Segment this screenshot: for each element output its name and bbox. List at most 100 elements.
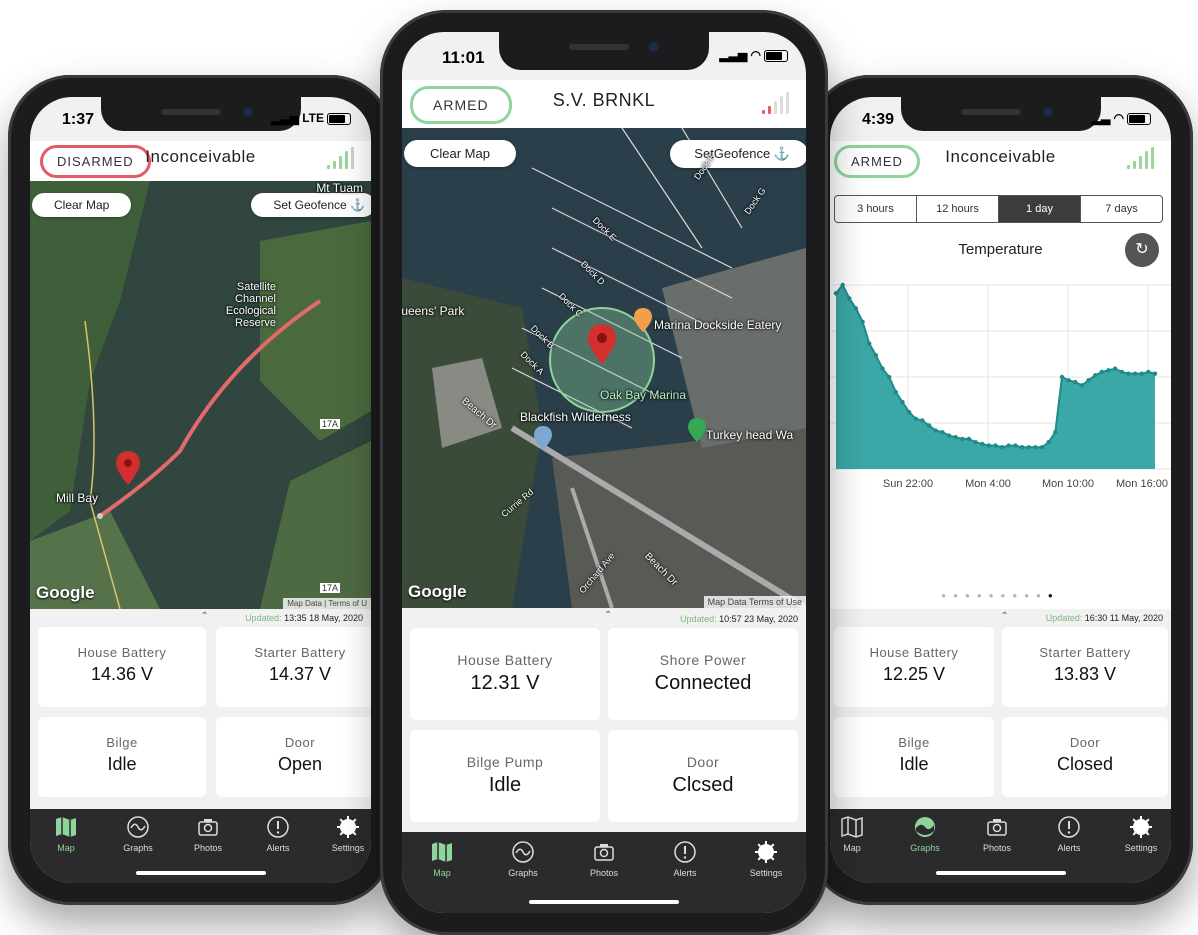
tab-alerts[interactable]: Alerts bbox=[1039, 815, 1099, 853]
bilge-card[interactable]: Bilge Idle bbox=[38, 717, 206, 797]
data-point[interactable] bbox=[1132, 371, 1138, 376]
data-point[interactable] bbox=[1139, 371, 1144, 376]
map-view[interactable]: Clear Map Set Geofence ⚓ Mt Tuam Satelli… bbox=[30, 181, 371, 609]
page-dot[interactable]: ● bbox=[1048, 591, 1060, 600]
map-data-link[interactable]: Map Data | Terms of U bbox=[283, 598, 371, 609]
data-point[interactable] bbox=[926, 423, 932, 428]
data-point[interactable] bbox=[1126, 371, 1131, 376]
data-point[interactable] bbox=[880, 366, 885, 371]
data-point[interactable] bbox=[933, 428, 938, 433]
data-point[interactable] bbox=[920, 418, 925, 423]
data-point[interactable] bbox=[1146, 369, 1151, 375]
tab-photos[interactable]: Photos bbox=[178, 815, 238, 853]
refresh-button[interactable]: ↻ bbox=[1125, 233, 1159, 267]
range-1-day[interactable]: 1 day bbox=[999, 196, 1081, 222]
house-battery-card[interactable]: House Battery 12.31 V bbox=[410, 628, 600, 720]
data-point[interactable] bbox=[1033, 445, 1038, 450]
page-dot[interactable]: ● bbox=[977, 591, 989, 600]
bilge-card[interactable]: Bilge Idle bbox=[834, 717, 994, 797]
data-point[interactable] bbox=[873, 353, 879, 358]
range-12-hours[interactable]: 12 hours bbox=[917, 196, 999, 222]
door-card[interactable]: Door Open bbox=[216, 717, 371, 797]
tab-alerts[interactable]: Alerts bbox=[248, 815, 308, 853]
data-point[interactable] bbox=[960, 436, 965, 442]
door-card[interactable]: Door Clcsed bbox=[608, 730, 798, 822]
data-point[interactable] bbox=[953, 435, 958, 440]
data-point[interactable] bbox=[1019, 445, 1025, 450]
shore-power-card[interactable]: Shore Power Connected bbox=[608, 628, 798, 720]
data-point[interactable] bbox=[1053, 430, 1058, 435]
page-dot[interactable]: ● bbox=[965, 591, 977, 600]
data-point[interactable] bbox=[986, 443, 992, 448]
tab-photos[interactable]: Photos bbox=[967, 815, 1027, 853]
data-point[interactable] bbox=[973, 440, 978, 445]
data-point[interactable] bbox=[1119, 369, 1124, 375]
bilge-pump-card[interactable]: Bilge Pump Idle bbox=[410, 730, 600, 822]
data-point[interactable] bbox=[1006, 443, 1011, 448]
data-point[interactable] bbox=[860, 319, 865, 324]
data-point[interactable] bbox=[1152, 371, 1158, 376]
house-battery-card[interactable]: House Battery 12.25 V bbox=[834, 627, 994, 707]
tab-graphs[interactable]: Graphs bbox=[108, 815, 168, 853]
tab-graphs[interactable]: Graphs bbox=[895, 815, 955, 853]
range-3-hours[interactable]: 3 hours bbox=[835, 196, 917, 222]
data-point[interactable] bbox=[1026, 445, 1031, 450]
data-point[interactable] bbox=[900, 399, 905, 405]
tab-graphs[interactable]: Graphs bbox=[493, 840, 553, 878]
data-point[interactable] bbox=[999, 445, 1005, 450]
tab-settings[interactable]: Settings bbox=[318, 815, 371, 853]
tab-map[interactable]: Map bbox=[36, 815, 96, 853]
data-point[interactable] bbox=[980, 441, 985, 447]
data-point[interactable] bbox=[913, 416, 918, 422]
tab-alerts[interactable]: Alerts bbox=[655, 840, 715, 878]
set-geofence-button[interactable]: SetGeofence ⚓ bbox=[670, 140, 806, 168]
tab-settings[interactable]: Settings bbox=[1111, 815, 1171, 853]
data-point[interactable] bbox=[946, 433, 952, 438]
data-point[interactable] bbox=[906, 409, 912, 415]
collapse-caret-icon[interactable]: ⌃ bbox=[201, 611, 209, 622]
door-card[interactable]: Door Closed bbox=[1002, 717, 1168, 797]
data-point[interactable] bbox=[886, 374, 892, 380]
page-dot[interactable]: ● bbox=[1012, 591, 1024, 600]
data-point[interactable] bbox=[853, 306, 859, 311]
collapse-caret-icon[interactable]: ⌃ bbox=[604, 610, 612, 621]
data-point[interactable] bbox=[1073, 379, 1078, 385]
tab-settings[interactable]: Settings bbox=[736, 840, 796, 878]
range-7-days[interactable]: 7 days bbox=[1081, 196, 1162, 222]
data-point[interactable] bbox=[940, 430, 945, 435]
data-point[interactable] bbox=[1013, 443, 1018, 448]
data-point[interactable] bbox=[1039, 445, 1045, 450]
tab-map[interactable]: Map bbox=[412, 840, 472, 878]
data-point[interactable] bbox=[1059, 374, 1065, 380]
starter-battery-card[interactable]: Starter Battery 14.37 V bbox=[216, 627, 371, 707]
data-point[interactable] bbox=[833, 291, 839, 296]
tab-photos[interactable]: Photos bbox=[574, 840, 634, 878]
collapse-caret-icon[interactable]: ⌃ bbox=[1001, 611, 1009, 622]
house-battery-card[interactable]: House Battery 14.36 V bbox=[38, 627, 206, 707]
page-dot[interactable]: ● bbox=[941, 591, 953, 600]
data-point[interactable] bbox=[867, 341, 872, 346]
starter-battery-card[interactable]: Starter Battery 13.83 V bbox=[1002, 627, 1168, 707]
data-point[interactable] bbox=[1112, 366, 1118, 371]
data-point[interactable] bbox=[993, 443, 998, 448]
set-geofence-button[interactable]: Set Geofence ⚓ bbox=[251, 193, 371, 217]
data-point[interactable] bbox=[840, 282, 845, 288]
data-point[interactable] bbox=[893, 389, 899, 395]
page-dot[interactable]: ● bbox=[1001, 591, 1013, 600]
map-view[interactable]: Clear Map SetGeofence ⚓ Queens' Park Mar… bbox=[402, 128, 806, 608]
page-dot[interactable]: ● bbox=[953, 591, 965, 600]
data-point[interactable] bbox=[966, 436, 972, 442]
data-point[interactable] bbox=[1086, 378, 1091, 383]
clear-map-button[interactable]: Clear Map bbox=[32, 193, 132, 217]
tab-map[interactable]: Map bbox=[830, 815, 882, 853]
data-point[interactable] bbox=[1046, 440, 1051, 445]
data-point[interactable] bbox=[1106, 368, 1111, 373]
data-point[interactable] bbox=[1066, 378, 1071, 383]
clear-map-button[interactable]: Clear Map bbox=[404, 140, 516, 167]
data-point[interactable] bbox=[1079, 383, 1085, 388]
page-dot[interactable]: ● bbox=[1036, 591, 1048, 600]
data-point[interactable] bbox=[1099, 369, 1105, 375]
page-dot[interactable]: ● bbox=[989, 591, 1001, 600]
map-data-link[interactable]: Map Data Terms of Use bbox=[703, 596, 806, 608]
data-point[interactable] bbox=[1092, 373, 1098, 378]
